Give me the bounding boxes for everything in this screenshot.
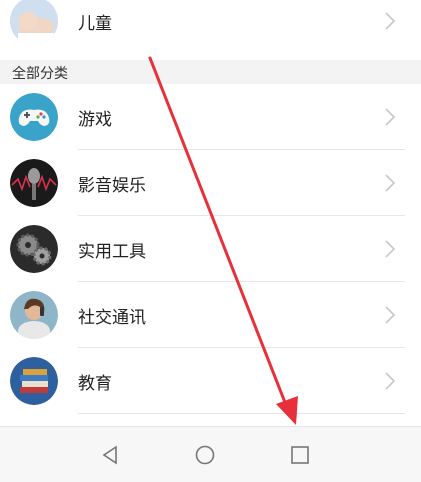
back-triangle-icon[interactable] [80, 427, 140, 482]
category-item-tools[interactable]: 实用工具 [0, 216, 421, 282]
gamepad-icon [10, 93, 58, 141]
section-header: 全部分类 [0, 60, 421, 84]
baby-avatar-icon [10, 0, 58, 45]
chevron-right-icon [385, 372, 396, 390]
section-title: 全部分类 [12, 66, 68, 82]
chevron-right-icon [385, 108, 396, 126]
chevron-right-icon [385, 12, 396, 30]
recents-square-icon[interactable] [270, 427, 330, 482]
gears-icon [10, 225, 58, 273]
category-label: 儿童 [78, 13, 112, 34]
category-label: 实用工具 [78, 241, 146, 262]
person-phone-icon [10, 291, 58, 339]
category-label: 教育 [78, 373, 112, 394]
category-label: 游戏 [78, 109, 112, 130]
divider [78, 413, 405, 414]
category-item-social[interactable]: 社交通讯 [0, 282, 421, 348]
books-icon [10, 357, 58, 405]
chevron-right-icon [385, 240, 396, 258]
category-item-education[interactable]: 教育 [0, 348, 421, 414]
navigation-bar [0, 426, 421, 482]
microphone-icon [10, 159, 58, 207]
chevron-right-icon [385, 174, 396, 192]
category-item-games[interactable]: 游戏 [0, 84, 421, 150]
home-circle-icon[interactable] [175, 427, 235, 482]
category-label: 社交通讯 [78, 307, 146, 328]
category-item-media[interactable]: 影音娱乐 [0, 150, 421, 216]
chevron-right-icon [385, 306, 396, 324]
category-label: 影音娱乐 [78, 175, 146, 196]
category-item-children[interactable]: 儿童 [0, 0, 421, 54]
